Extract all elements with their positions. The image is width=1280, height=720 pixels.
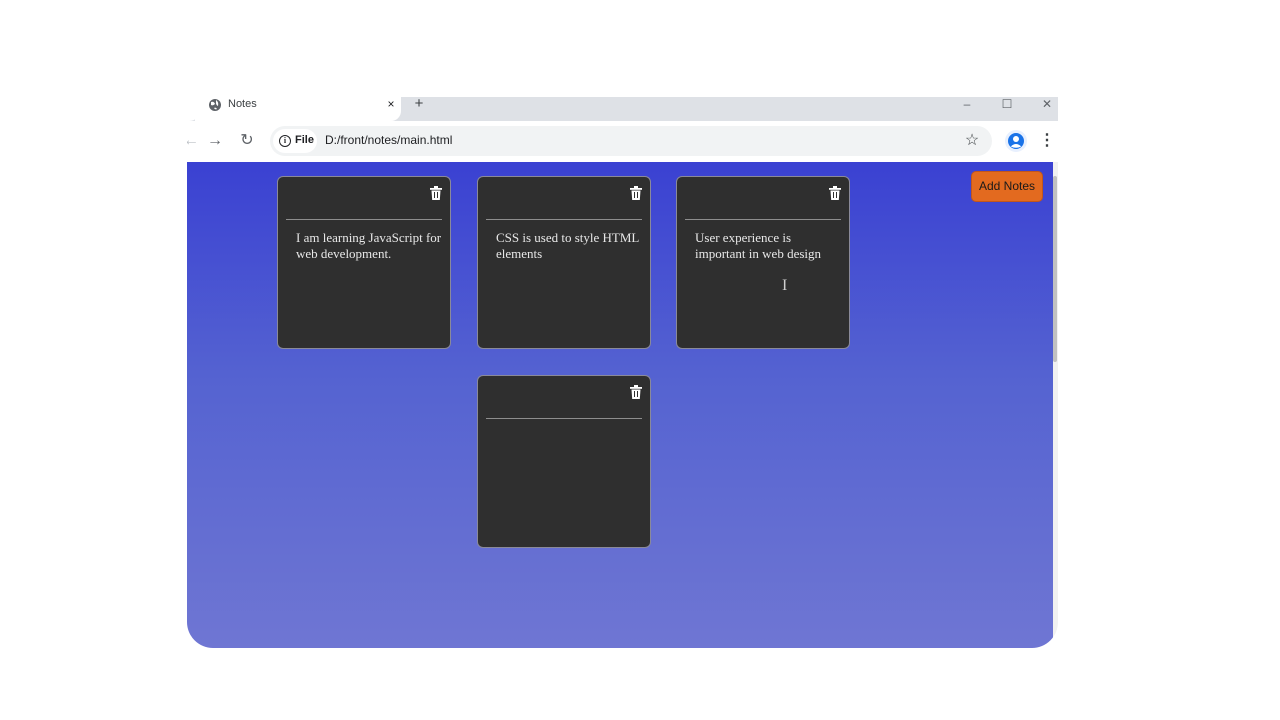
note-text[interactable]: I am learning JavaScript for web develop… <box>296 230 442 262</box>
browser-window: Notes × + – ☐ ✕ ← → ↻ i File D:/front/no… <box>187 97 1058 648</box>
note-card[interactable] <box>477 375 651 548</box>
url-text[interactable]: D:/front/notes/main.html <box>325 133 452 147</box>
address-bar[interactable]: i File D:/front/notes/main.html ☆ <box>270 126 992 156</box>
note-text[interactable]: User experience is important in web desi… <box>695 230 841 262</box>
trash-icon[interactable] <box>430 186 442 200</box>
back-arrow-icon[interactable]: ← <box>187 129 203 153</box>
window-close-icon[interactable]: ✕ <box>1037 97 1057 111</box>
site-info-chip[interactable]: i File <box>273 129 317 153</box>
note-divider <box>486 219 642 220</box>
scrollbar-thumb[interactable] <box>1053 176 1057 362</box>
note-divider <box>486 418 642 419</box>
trash-icon[interactable] <box>829 186 841 200</box>
bookmark-star-icon[interactable]: ☆ <box>962 131 982 151</box>
profile-avatar-icon[interactable] <box>1005 130 1027 152</box>
trash-icon[interactable] <box>630 385 642 399</box>
tab-notes[interactable]: Notes × <box>195 97 401 121</box>
close-icon[interactable]: × <box>384 97 398 111</box>
note-card[interactable]: User experience is important in web desi… <box>676 176 850 349</box>
forward-arrow-icon[interactable]: → <box>203 129 227 153</box>
add-notes-button[interactable]: Add Notes <box>971 171 1043 202</box>
note-text[interactable]: CSS is used to style HTML elements <box>496 230 642 262</box>
site-info-label: File <box>295 134 314 146</box>
info-icon: i <box>279 135 291 147</box>
tab-title: Notes <box>228 98 257 110</box>
note-card[interactable]: I am learning JavaScript for web develop… <box>277 176 451 349</box>
menu-kebab-icon[interactable]: ⋮ <box>1037 129 1057 153</box>
maximize-icon[interactable]: ☐ <box>997 97 1017 111</box>
trash-icon[interactable] <box>630 186 642 200</box>
notes-page: Add Notes I am learning JavaScript for w… <box>187 162 1053 648</box>
note-card[interactable]: CSS is used to style HTML elements <box>477 176 651 349</box>
page-scrollbar[interactable] <box>1053 162 1058 648</box>
tab-strip: Notes × + – ☐ ✕ <box>187 97 1058 121</box>
reload-icon[interactable]: ↻ <box>235 129 259 153</box>
plus-icon[interactable]: + <box>412 97 426 111</box>
note-divider <box>685 219 841 220</box>
note-divider <box>286 219 442 220</box>
browser-toolbar: ← → ↻ i File D:/front/notes/main.html ☆ … <box>187 121 1058 162</box>
globe-icon <box>208 98 222 112</box>
text-cursor-icon: I <box>782 277 788 294</box>
minimize-icon[interactable]: – <box>957 97 977 111</box>
